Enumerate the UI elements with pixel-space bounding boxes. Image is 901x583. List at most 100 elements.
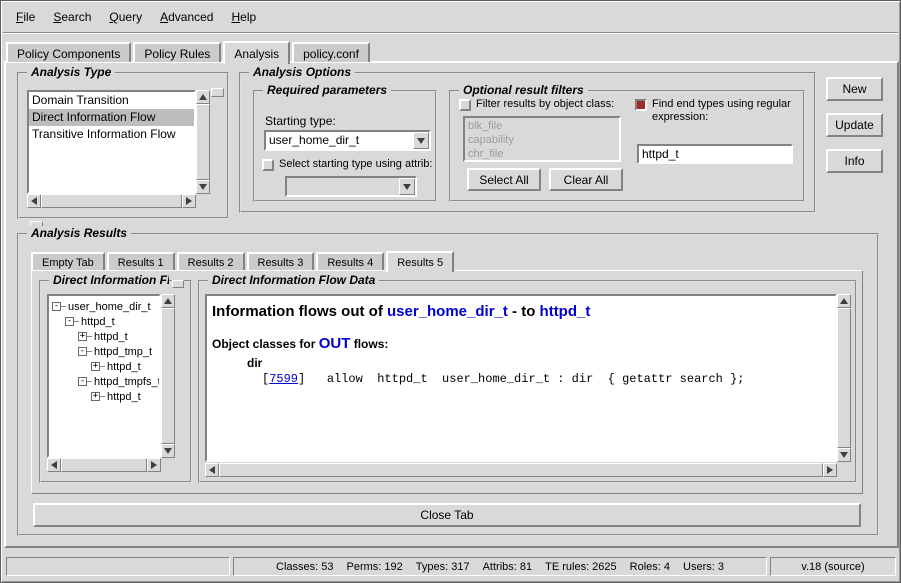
new-button[interactable]: New — [826, 77, 883, 101]
tree-item[interactable]: + httpd_t — [49, 329, 159, 344]
data-vscrollbar[interactable] — [837, 294, 851, 462]
scroll-up-button[interactable] — [837, 294, 851, 308]
combo-dropdown-button[interactable] — [413, 132, 429, 149]
tab-policy-rules[interactable]: Policy Rules — [133, 42, 221, 62]
status-roles: Roles: 4 — [630, 561, 670, 573]
regex-checkbox[interactable] — [635, 99, 647, 111]
flow-data-textview[interactable]: Information flows out of user_home_dir_t… — [205, 294, 837, 462]
scroll-thumb[interactable] — [161, 308, 175, 444]
arrow-left-icon — [209, 466, 215, 474]
status-types: Types: 317 — [416, 561, 470, 573]
tab-policy-conf[interactable]: policy.conf — [292, 42, 370, 62]
tab-analysis[interactable]: Analysis — [223, 41, 290, 64]
pane-sash[interactable] — [172, 280, 184, 288]
tree-vscrollbar[interactable] — [161, 294, 175, 458]
analysis-type-listbox[interactable]: Domain Transition Direct Information Flo… — [27, 90, 196, 194]
arrow-right-icon — [186, 197, 192, 205]
regex-checkbox-row[interactable]: Find end types using regular expression: — [635, 98, 799, 124]
menu-help[interactable]: Help — [222, 6, 265, 28]
scroll-thumb[interactable] — [219, 463, 823, 477]
flow-source-type: user_home_dir_t — [387, 303, 508, 320]
info-button[interactable]: Info — [826, 149, 883, 173]
scroll-thumb[interactable] — [837, 308, 851, 448]
flow-tree-group: Direct Information Flow T -user_home_dir… — [39, 280, 192, 483]
pane-sash[interactable] — [211, 88, 224, 97]
flow-tree[interactable]: -user_home_dir_t -httpd_t +httpd_t -http… — [47, 294, 161, 458]
tree-item[interactable]: -user_home_dir_t — [49, 299, 159, 314]
results-body: Direct Information Flow T -user_home_dir… — [31, 270, 863, 494]
arrow-down-icon — [840, 452, 848, 458]
tab-policy-components[interactable]: Policy Components — [6, 42, 131, 62]
flow-data-group: Direct Information Flow Data Information… — [198, 280, 857, 483]
scroll-up-button[interactable] — [161, 294, 175, 308]
scroll-right-button[interactable] — [182, 194, 196, 208]
starting-type-combobox[interactable]: user_home_dir_t — [264, 130, 431, 151]
tree-expander-icon[interactable]: + — [91, 392, 100, 401]
menu-query[interactable]: Query — [100, 6, 151, 28]
filter-by-class-checkbox[interactable] — [459, 99, 471, 111]
tab-results-1[interactable]: Results 1 — [107, 252, 175, 270]
tree-item-label: httpd_tmpfs_t — [92, 376, 161, 388]
tree-item[interactable]: -httpd_tmpfs_t — [49, 374, 159, 389]
status-version-panel: v.18 (source) — [770, 557, 896, 576]
tab-empty-tab[interactable]: Empty Tab — [31, 252, 105, 270]
filter-by-class-checkbox-row[interactable]: Filter results by object class: — [459, 98, 614, 111]
object-class-item: capability — [465, 133, 619, 147]
analysis-type-vscrollbar[interactable] — [196, 90, 210, 194]
menu-advanced[interactable]: Advanced — [151, 6, 222, 28]
data-hscrollbar[interactable] — [205, 463, 837, 477]
tab-results-4[interactable]: Results 4 — [316, 252, 384, 270]
tree-item[interactable]: +httpd_t — [49, 359, 159, 374]
scroll-left-button[interactable] — [47, 458, 61, 472]
scroll-thumb[interactable] — [61, 458, 147, 472]
attrib-checkbox-row[interactable]: Select starting type using attrib: — [262, 158, 434, 171]
tree-item[interactable]: -httpd_t — [49, 314, 159, 329]
attrib-checkbox[interactable] — [262, 159, 274, 171]
clear-all-button[interactable]: Clear All — [549, 168, 623, 191]
arrow-right-icon — [827, 466, 833, 474]
arrow-up-icon — [164, 298, 172, 304]
menu-search[interactable]: Search — [44, 6, 100, 28]
analysis-results-title: Analysis Results — [27, 226, 131, 240]
tab-results-2[interactable]: Results 2 — [177, 252, 245, 270]
tab-results-5[interactable]: Results 5 — [386, 251, 454, 272]
tree-expander-icon[interactable]: - — [78, 377, 87, 386]
rule-text: allow httpd_t user_home_dir_t : dir { ge… — [305, 372, 744, 386]
scroll-down-button[interactable] — [196, 180, 210, 194]
rule-number-link[interactable]: 7599 — [269, 372, 298, 386]
select-all-button[interactable]: Select All — [467, 168, 541, 191]
scroll-right-button[interactable] — [147, 458, 161, 472]
tree-item-label: httpd_t — [92, 331, 128, 343]
close-tab-button[interactable]: Close Tab — [33, 503, 861, 527]
analysis-type-hscrollbar[interactable] — [27, 194, 196, 208]
tab-results-3[interactable]: Results 3 — [247, 252, 315, 270]
analysis-type-item-domain-transition[interactable]: Domain Transition — [29, 92, 194, 109]
scroll-up-button[interactable] — [196, 90, 210, 104]
tree-item-label: httpd_t — [105, 391, 141, 403]
scroll-down-button[interactable] — [837, 448, 851, 462]
tree-item[interactable]: -httpd_tmp_t — [49, 344, 159, 359]
tree-expander-icon[interactable]: - — [52, 302, 61, 311]
tree-expander-icon[interactable]: - — [78, 347, 87, 356]
scroll-down-button[interactable] — [161, 444, 175, 458]
scroll-left-button[interactable] — [205, 463, 219, 477]
object-classes-line: Object classes for OUT flows: — [207, 335, 835, 352]
arrow-down-icon — [199, 184, 207, 190]
object-class-item: blk_file — [465, 119, 619, 133]
scroll-left-button[interactable] — [27, 194, 41, 208]
regex-input[interactable] — [637, 144, 793, 164]
tree-expander-icon[interactable]: - — [65, 317, 74, 326]
analysis-type-item-transitive-information-flow[interactable]: Transitive Information Flow — [29, 126, 194, 143]
analysis-type-item-direct-information-flow[interactable]: Direct Information Flow — [29, 109, 194, 126]
required-parameters-group: Required parameters Starting type: user_… — [253, 90, 437, 202]
scroll-right-button[interactable] — [823, 463, 837, 477]
scroll-thumb[interactable] — [196, 104, 210, 180]
tree-item[interactable]: + httpd_t — [49, 389, 159, 404]
update-button[interactable]: Update — [826, 113, 883, 137]
menu-file[interactable]: File — [7, 6, 44, 28]
object-class-item: chr_file — [465, 147, 619, 161]
tree-expander-icon[interactable]: + — [78, 332, 87, 341]
scroll-thumb[interactable] — [41, 194, 182, 208]
tree-expander-icon[interactable]: + — [91, 362, 100, 371]
tree-hscrollbar[interactable] — [47, 458, 161, 472]
